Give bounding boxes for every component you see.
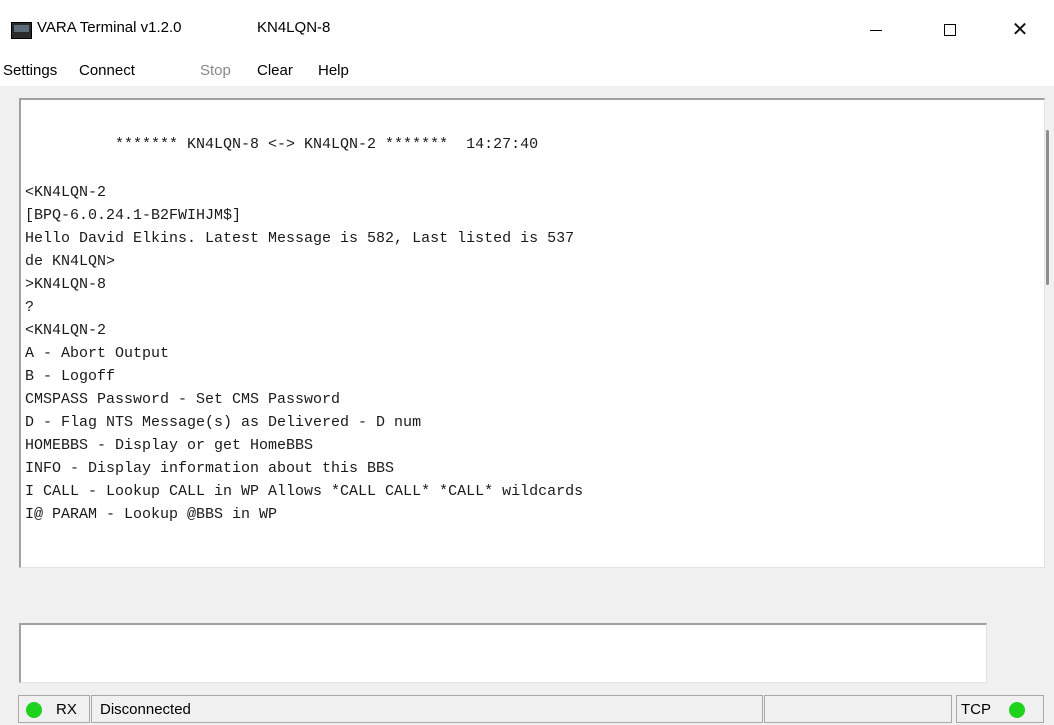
menu-stop[interactable]: Stop (200, 62, 231, 79)
terminal-line: D - Flag NTS Message(s) as Delivered - D… (25, 414, 422, 431)
title-bar: VARA Terminal v1.2.0 KN4LQN-8 ✕ (0, 0, 1054, 58)
vara-terminal-window: VARA Terminal v1.2.0 KN4LQN-8 ✕ Settings… (0, 0, 1054, 725)
terminal-line: Hello David Elkins. Latest Message is 58… (25, 230, 575, 247)
minimize-button[interactable] (853, 12, 899, 48)
terminal-scrollbar[interactable] (1046, 130, 1049, 285)
connection-status: Disconnected (100, 701, 191, 718)
terminal-line: INFO - Display information about this BB… (25, 460, 395, 477)
menu-help[interactable]: Help (318, 62, 349, 79)
menu-connect[interactable]: Connect (79, 62, 135, 79)
tcp-indicator-icon (1009, 702, 1025, 718)
terminal-line: <KN4LQN-2 (25, 184, 107, 201)
window-title: VARA Terminal v1.2.0 (37, 19, 182, 36)
status-bar: RX Disconnected TCP (18, 695, 1048, 723)
terminal-line: I@ PARAM - Lookup @BBS in WP (25, 506, 278, 523)
tcp-panel: TCP (956, 695, 1044, 723)
menu-settings[interactable]: Settings (3, 62, 57, 79)
terminal-line: A - Abort Output (25, 345, 170, 362)
rx-panel: RX (18, 695, 90, 723)
maximize-button[interactable] (928, 12, 974, 48)
tcp-label: TCP (961, 701, 991, 718)
status-panel-empty (764, 695, 952, 723)
app-icon (11, 22, 32, 39)
rx-label: RX (56, 701, 77, 718)
connection-status-panel: Disconnected (91, 695, 763, 723)
window-callsign: KN4LQN-8 (257, 19, 331, 36)
close-button[interactable]: ✕ (997, 12, 1043, 48)
terminal-line: ******* KN4LQN-8 <-> KN4LQN-2 ******* 14… (25, 136, 539, 153)
terminal-line: B - Logoff (25, 368, 116, 385)
terminal-output[interactable]: ******* KN4LQN-8 <-> KN4LQN-2 ******* 14… (19, 98, 1045, 568)
terminal-line: [BPQ-6.0.24.1-B2FWIHJM$] (25, 207, 242, 224)
terminal-line: de KN4LQN> (25, 253, 116, 270)
terminal-line: CMSPASS Password - Set CMS Password (25, 391, 341, 408)
menu-clear[interactable]: Clear (257, 62, 293, 79)
terminal-line: >KN4LQN-8 (25, 276, 107, 293)
command-input[interactable] (19, 623, 987, 683)
terminal-line: ? (25, 299, 35, 316)
terminal-line: I CALL - Lookup CALL in WP Allows *CALL … (25, 483, 584, 500)
terminal-line: <KN4LQN-2 (25, 322, 107, 339)
menu-bar: Settings Connect Stop Clear Help (0, 58, 1054, 86)
terminal-line: HOMEBBS - Display or get HomeBBS (25, 437, 314, 454)
rx-indicator-icon (26, 702, 42, 718)
